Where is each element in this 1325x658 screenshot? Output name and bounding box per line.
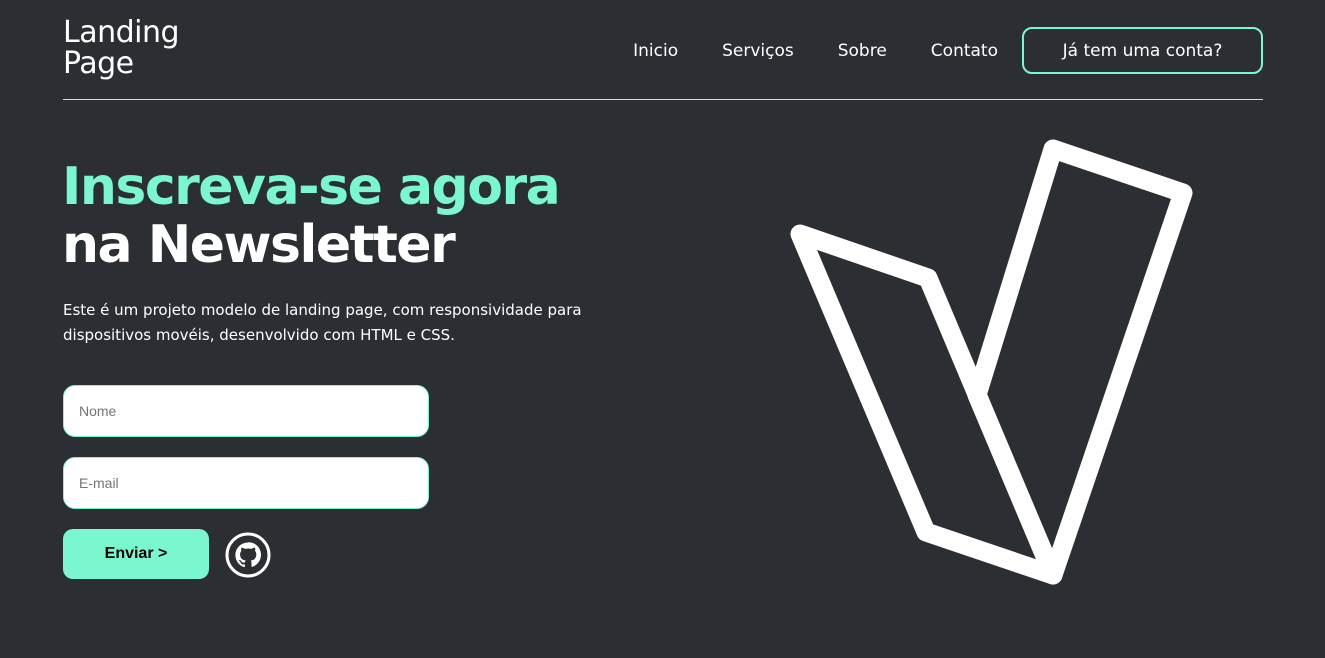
nav-link-sobre[interactable]: Sobre bbox=[838, 41, 887, 61]
checkmark-logo-icon bbox=[780, 130, 1210, 600]
nav-link-inicio[interactable]: Inicio bbox=[633, 41, 678, 61]
headline-accent: Inscreva-se agora bbox=[62, 157, 561, 217]
nav-link-contato[interactable]: Contato bbox=[931, 41, 998, 61]
logo-line-2: Page bbox=[63, 46, 134, 81]
name-input[interactable] bbox=[63, 385, 429, 437]
nav-link-servicos[interactable]: Serviços bbox=[722, 41, 794, 61]
submit-button[interactable]: Enviar > bbox=[63, 529, 209, 579]
email-input[interactable] bbox=[63, 457, 429, 509]
site-header: Landing Page Inicio Serviços Sobre Conta… bbox=[63, 0, 1263, 100]
landing-page: Landing Page Inicio Serviços Sobre Conta… bbox=[0, 0, 1325, 658]
headline-main: na Newsletter bbox=[62, 215, 456, 275]
logo[interactable]: Landing Page bbox=[63, 15, 180, 81]
login-button[interactable]: Já tem uma conta? bbox=[1022, 27, 1263, 74]
github-icon[interactable] bbox=[225, 532, 271, 578]
logo-line-1: Landing bbox=[63, 15, 180, 50]
main-nav: Inicio Serviços Sobre Contato Já tem uma… bbox=[633, 27, 1263, 74]
hero-headline: Inscreva-se agora na Newsletter bbox=[62, 157, 561, 275]
hero-description: Este é um projeto modelo de landing page… bbox=[63, 301, 582, 344]
